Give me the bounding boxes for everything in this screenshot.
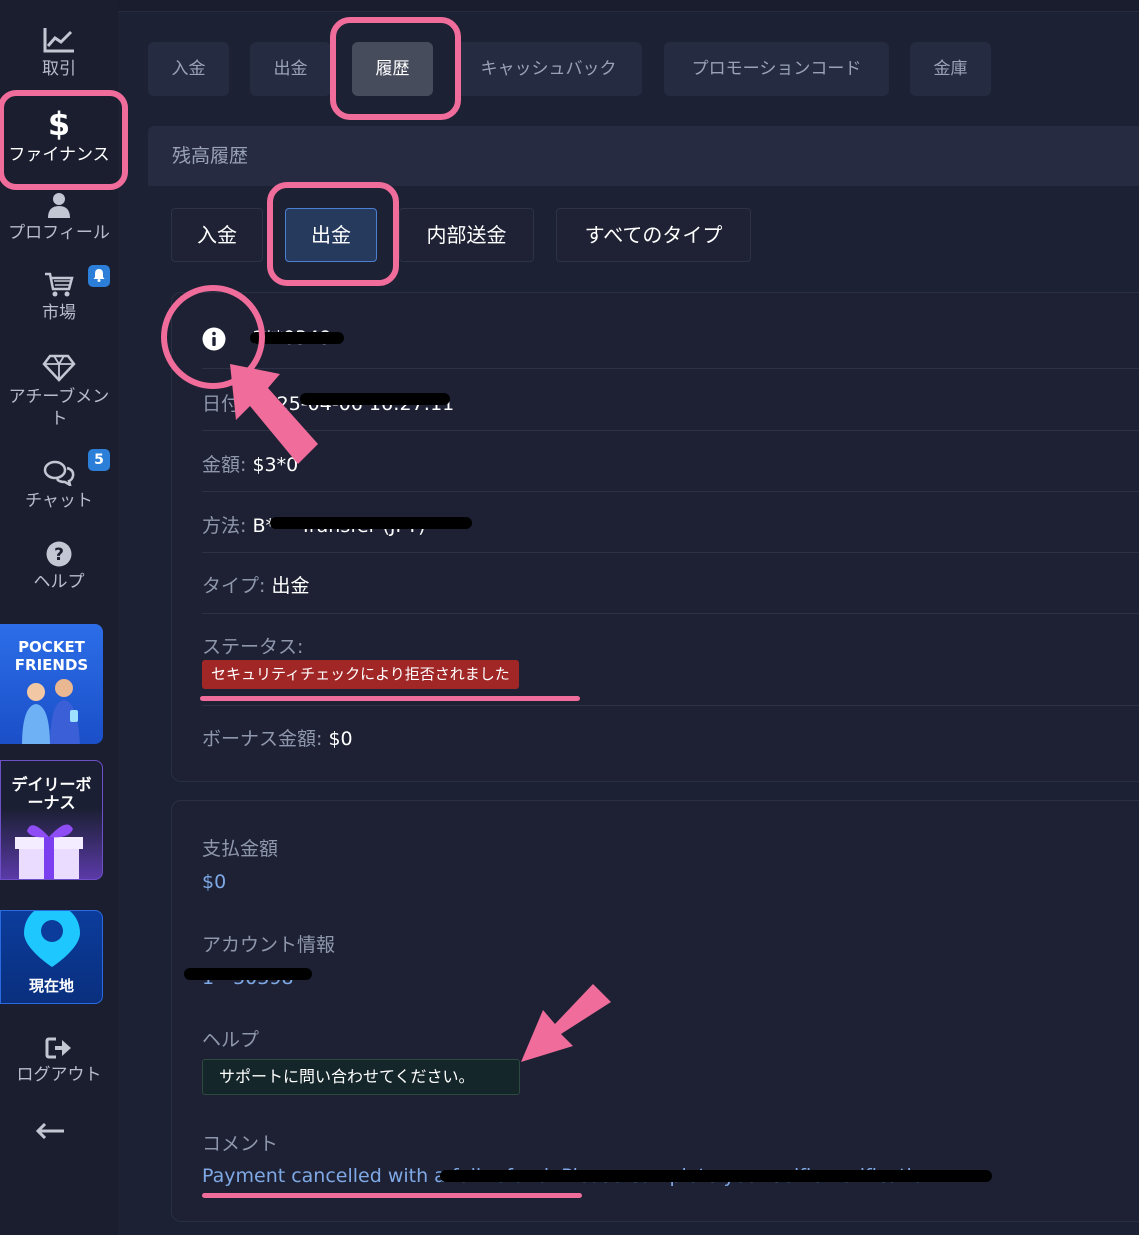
- tab-withdraw[interactable]: 出金: [250, 42, 331, 96]
- chart-line-icon: [43, 28, 74, 53]
- sidebar-item-label: ファイナンス: [8, 145, 110, 165]
- bonus-row: ボーナス金額: $0: [202, 728, 353, 750]
- sidebar-item-finance[interactable]: $ ファイナンス: [0, 108, 118, 166]
- friends-illustration-icon: [22, 679, 80, 744]
- bell-badge: [88, 265, 110, 287]
- pocket-friends-line2: FRIENDS: [14, 656, 89, 674]
- sidebar: 取引 $ ファイナンス プロフィール 市場 アチーブメン ト チャット 5 ? …: [0, 0, 118, 1235]
- divider: [202, 705, 1139, 706]
- filter-internal-transfer[interactable]: 内部送金: [399, 208, 534, 262]
- tab-cashback[interactable]: キャッシュバック: [455, 42, 642, 96]
- redaction-mark: [184, 968, 312, 980]
- sidebar-item-label-line2: ト: [50, 409, 68, 429]
- sidebar-item-label: プロフィール: [8, 223, 110, 243]
- filter-deposit[interactable]: 入金: [171, 208, 263, 262]
- redaction-mark: [250, 332, 344, 344]
- payout-details-card: [171, 800, 1139, 1222]
- sidebar-item-label: チャット: [25, 491, 93, 511]
- sidebar-item-label: ログアウト: [16, 1065, 102, 1085]
- sidebar-item-profile[interactable]: プロフィール: [0, 192, 118, 244]
- tab-promo-code[interactable]: プロモーションコード: [664, 42, 889, 96]
- info-icon[interactable]: [202, 327, 226, 351]
- bell-icon: [93, 269, 105, 282]
- sidebar-item-label: 市場: [42, 303, 76, 323]
- tab-history[interactable]: 履歴: [352, 42, 433, 96]
- help-label: ヘルプ: [202, 1029, 260, 1051]
- cart-icon: [45, 272, 74, 297]
- divider: [202, 491, 1139, 492]
- daily-bonus-banner[interactable]: デイリーボ ーナス: [0, 760, 103, 880]
- section-title-balance-history: 残高履歴: [148, 126, 1139, 186]
- chat-icon: [43, 460, 75, 486]
- transaction-id: 1**0349: [252, 327, 1139, 349]
- sidebar-item-achievements[interactable]: アチーブメン ト: [0, 354, 118, 430]
- divider: [202, 552, 1139, 553]
- tab-vault[interactable]: 金庫: [910, 42, 991, 96]
- top-bar: [118, 0, 1139, 12]
- type-row: タイプ: 出金: [202, 575, 310, 597]
- account-info-label: アカウント情報: [202, 934, 336, 956]
- sidebar-item-label: ヘルプ: [33, 572, 85, 592]
- filter-withdraw[interactable]: 出金: [285, 208, 377, 262]
- logout-icon: [45, 1037, 71, 1059]
- gift-icon: [15, 824, 83, 879]
- status-badge-rejected: セキュリティチェックにより拒否されました: [202, 660, 519, 689]
- divider: [202, 368, 1139, 369]
- status-row: ステータス:: [202, 636, 304, 658]
- divider: [202, 613, 1139, 614]
- sidebar-item-trading[interactable]: 取引: [0, 26, 118, 80]
- svg-text:?: ?: [54, 545, 64, 565]
- annotation-underline: [200, 696, 580, 701]
- annotation-underline: [202, 1193, 582, 1198]
- divider: [202, 430, 1139, 431]
- sidebar-item-logout[interactable]: ログアウト: [0, 1036, 118, 1086]
- location-banner[interactable]: 現在地: [0, 910, 103, 1004]
- comment-label: コメント: [202, 1133, 279, 1155]
- user-icon: [48, 193, 70, 218]
- collapse-arrow-icon[interactable]: [36, 1123, 66, 1139]
- paid-amount-value: $0: [202, 871, 227, 893]
- paid-amount-label: 支払金額: [202, 838, 279, 860]
- filter-all-types[interactable]: すべてのタイプ: [556, 208, 751, 262]
- dollar-icon: $: [47, 105, 71, 143]
- tab-deposit[interactable]: 入金: [148, 42, 229, 96]
- pocket-friends-banner[interactable]: POCKET FRIENDS: [0, 624, 103, 744]
- redaction-mark: [440, 1170, 992, 1182]
- redaction-mark: [270, 517, 472, 529]
- annotation-arrow-icon: [521, 984, 611, 1062]
- chat-unread-badge: 5: [88, 449, 110, 471]
- help-contact-support: サポートに問い合わせてください。: [202, 1059, 520, 1095]
- map-pin-icon: [24, 911, 80, 967]
- location-label: 現在地: [28, 977, 74, 995]
- daily-bonus-line2: ーナス: [27, 793, 76, 812]
- daily-bonus-line1: デイリーボ: [11, 775, 92, 794]
- sidebar-item-label: 取引: [42, 59, 76, 79]
- sidebar-item-label: アチーブメン: [8, 387, 110, 407]
- amount-row: 金額: $3*0: [202, 454, 299, 476]
- annotation-arrow-icon: [230, 364, 318, 464]
- pocket-friends-line1: POCKET: [18, 638, 85, 656]
- diamond-icon: [42, 354, 76, 382]
- question-icon: ?: [46, 541, 72, 567]
- sidebar-item-help[interactable]: ? ヘルプ: [0, 541, 118, 593]
